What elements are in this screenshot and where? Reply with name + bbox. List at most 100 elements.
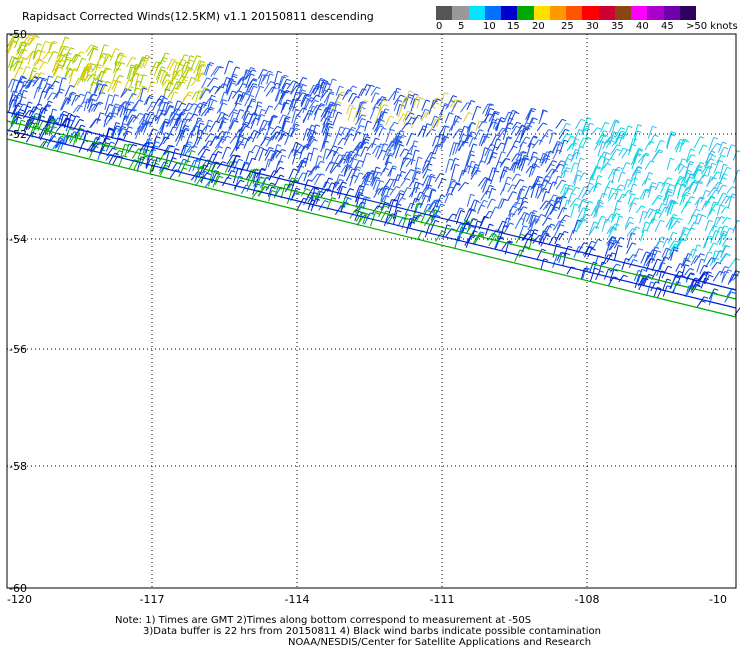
wind-barb-flag <box>281 154 287 158</box>
wind-barb-flag <box>136 87 141 90</box>
wind-barb-flag <box>356 166 362 169</box>
wind-barb-flag <box>271 190 276 193</box>
wind-barb-flag <box>163 57 168 60</box>
wind-barb <box>644 160 651 170</box>
wind-barb-flag <box>113 112 118 115</box>
wind-barb-flag <box>580 118 586 122</box>
wind-barb-flag <box>93 45 99 49</box>
wind-barb <box>472 220 478 236</box>
wind-barb <box>597 141 603 157</box>
wind-barb-flag <box>470 193 475 197</box>
wind-barb-flag <box>658 194 663 198</box>
wind-barb-flag <box>621 171 626 174</box>
wind-barb <box>586 178 592 191</box>
wind-barb <box>364 120 368 132</box>
wind-barb-flag <box>342 185 347 189</box>
wind-barb-flag <box>729 227 734 231</box>
wind-barb-flag <box>121 62 126 65</box>
wind-barb-flag <box>459 207 464 210</box>
wind-barb <box>434 172 441 183</box>
wind-barb-flag <box>533 209 538 213</box>
wind-barb-flag <box>473 143 478 146</box>
wind-barb-flag <box>286 82 291 86</box>
wind-barb-flag <box>206 107 212 111</box>
wind-barb-flag <box>547 181 552 185</box>
wind-barb-flag <box>366 152 371 156</box>
wind-barb <box>247 113 254 126</box>
wind-barb <box>429 220 436 233</box>
wind-barb-flag <box>724 225 729 228</box>
wind-barb-flag <box>632 183 638 186</box>
wind-barb <box>507 184 513 193</box>
wind-barb-flag <box>449 186 455 189</box>
wind-barb-flag <box>336 165 341 168</box>
wind-barb <box>44 75 50 89</box>
wind-barb-flag <box>199 60 204 63</box>
latitude-label: -60 <box>9 582 27 595</box>
wind-barb-flag <box>333 145 338 148</box>
wind-barb <box>388 122 395 130</box>
wind-barb-flag <box>383 143 389 146</box>
wind-barb-flag <box>330 101 335 104</box>
wind-barb-flag <box>708 219 714 223</box>
wind-barb-flag <box>261 108 266 112</box>
wind-barb-flag <box>685 140 690 143</box>
wind-barb-flag <box>78 104 83 108</box>
wind-barb-flag <box>636 169 641 172</box>
wind-barb-flag <box>694 277 700 280</box>
wind-barb-flag <box>284 132 289 135</box>
wind-barb-flag <box>28 101 33 104</box>
wind-barb <box>405 159 412 168</box>
wind-barb-flag <box>546 234 551 238</box>
wind-barb-flag <box>221 111 226 115</box>
wind-barb-flag <box>329 126 334 129</box>
wind-barb-flag <box>610 157 615 161</box>
wind-barb-flag <box>138 73 143 77</box>
wind-barb-flag <box>96 66 102 69</box>
wind-barb <box>696 258 702 273</box>
wind-barb <box>475 120 480 132</box>
wind-barb-flag <box>524 211 529 215</box>
wind-barb-flag <box>491 198 496 201</box>
wind-barb-flag <box>359 172 364 175</box>
wind-barb <box>654 181 660 191</box>
wind-barb <box>179 144 185 159</box>
wind-barb-flag <box>575 138 580 141</box>
wind-barb <box>458 170 464 183</box>
wind-barb <box>274 174 281 187</box>
wind-barb <box>515 234 522 244</box>
wind-barb-flag <box>139 112 144 116</box>
wind-barb-flag <box>670 157 675 161</box>
wind-barb <box>524 186 531 198</box>
wind-barb-flag <box>210 133 215 136</box>
wind-barb-flag <box>652 125 657 129</box>
wind-barb-flag <box>723 173 728 176</box>
wind-barb-flag <box>496 134 501 137</box>
wind-barb-flag <box>691 154 696 157</box>
wind-barb-flag <box>173 77 179 81</box>
wind-barb <box>707 187 715 197</box>
wind-barb-flag <box>26 66 31 69</box>
wind-barb <box>33 87 39 99</box>
wind-barb-flag <box>533 156 538 159</box>
wind-barb-flag <box>69 84 75 88</box>
wind-barb <box>37 90 44 106</box>
wind-barb-flag <box>128 126 133 129</box>
wind-barb-flag <box>22 96 27 99</box>
wind-barb-flag <box>175 148 180 151</box>
wind-barb <box>340 127 346 137</box>
wind-barb-flag <box>425 99 431 102</box>
wind-barb-flag <box>673 213 678 217</box>
wind-barb-flag <box>632 228 637 231</box>
wind-barb <box>235 78 242 87</box>
wind-barb-flag <box>496 138 501 141</box>
wind-barb-flag <box>127 130 132 134</box>
wind-barb <box>511 153 518 163</box>
wind-barb-flag <box>414 93 419 96</box>
wind-barb-flag <box>452 213 457 216</box>
wind-barb-flag <box>364 100 369 103</box>
wind-barb-flag <box>222 99 228 102</box>
wind-barb-flag <box>625 258 630 261</box>
wind-barb-flag <box>599 201 604 205</box>
wind-barb <box>251 131 258 143</box>
